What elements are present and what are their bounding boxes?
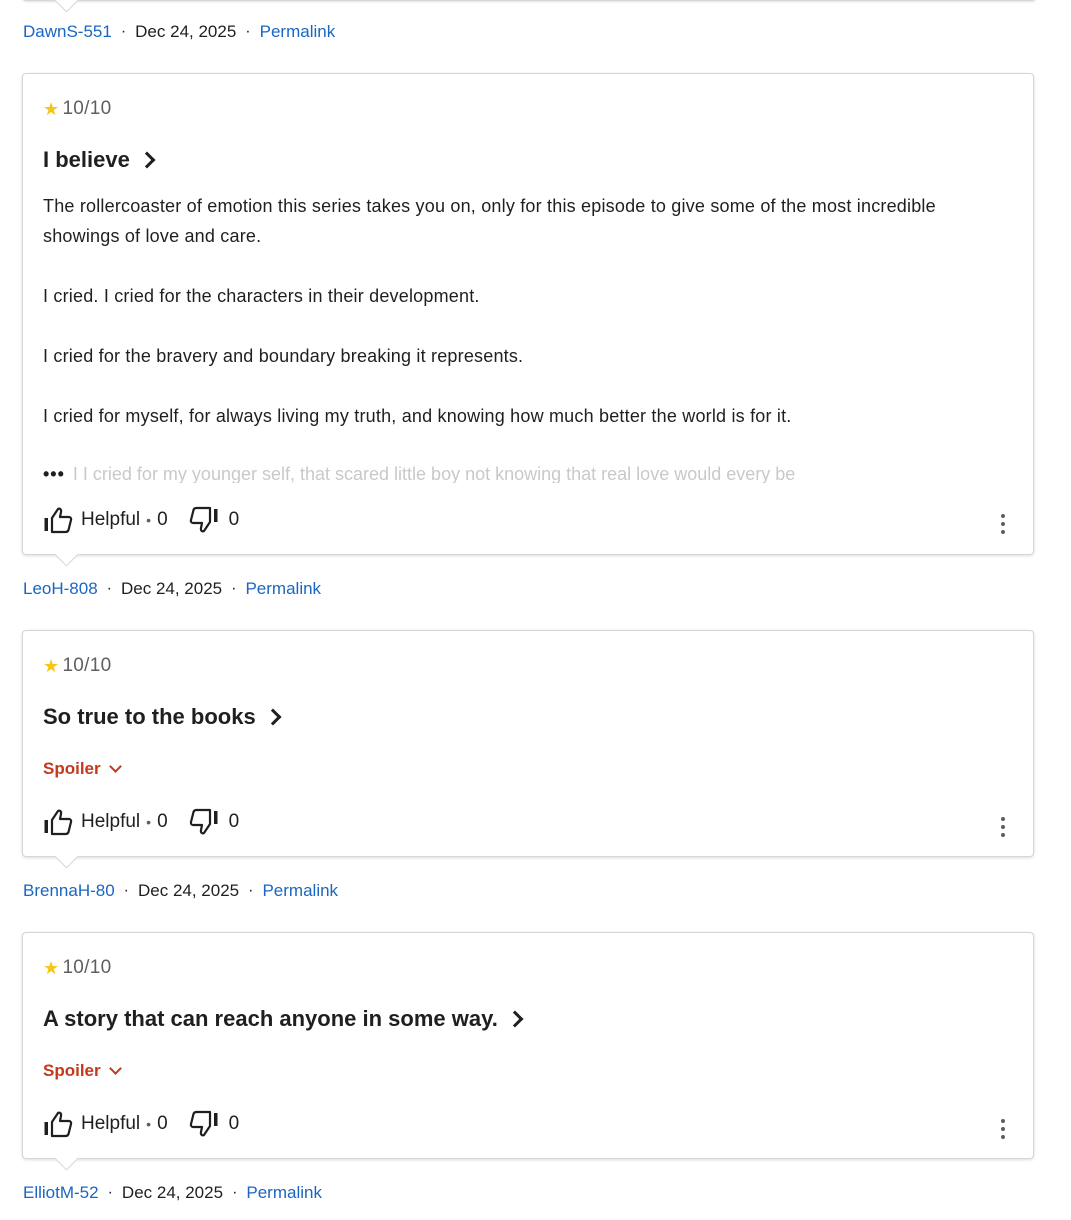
rating-value: 10/10	[62, 957, 112, 978]
review-date: Dec 24, 2025	[121, 1183, 224, 1202]
helpful-label: Helpful	[81, 811, 141, 832]
author-link[interactable]: BrennaH-80	[23, 881, 115, 901]
meta-separator: ·	[232, 1184, 238, 1201]
previous-review-card	[22, 0, 1036, 1]
review-paragraph: I cried. I cried for the characters in t…	[43, 286, 480, 306]
truncated-text: I I cried for my younger self, that scar…	[72, 464, 796, 483]
review-truncated-line[interactable]: ••• I I cried for my younger self, that …	[43, 459, 1003, 483]
meta-separator: ·	[107, 1184, 113, 1201]
meta-separator: ·	[120, 23, 127, 40]
not-helpful-count: 0	[228, 1113, 240, 1134]
review-date: Dec 24, 2025	[138, 881, 240, 900]
not-helpful-button[interactable]: 0	[189, 506, 240, 534]
permalink-link[interactable]: Permalink	[245, 579, 321, 599]
chevron-right-icon	[506, 1010, 524, 1028]
not-helpful-count: 0	[228, 509, 240, 530]
helpful-separator: •	[146, 1116, 152, 1132]
helpful-button[interactable]: Helpful • 0	[43, 506, 168, 534]
review-paragraph: The rollercoaster of emotion this series…	[43, 196, 936, 246]
review-meta: ElliotM-52 · Dec 24, 2025 · Permalink	[23, 1183, 322, 1203]
chevron-down-icon	[108, 1062, 122, 1075]
rating-value: 10/10	[62, 98, 112, 119]
review-card: ★ 10/10 A story that can reach anyone in…	[22, 932, 1034, 1159]
more-vertical-icon[interactable]	[999, 815, 1007, 839]
author-link[interactable]: ElliotM-52	[23, 1183, 99, 1203]
review-title: So true to the books	[43, 704, 256, 729]
author-link[interactable]: LeoH-808	[23, 579, 98, 599]
review-actions: Helpful • 0 0	[43, 506, 239, 534]
review-title-link[interactable]: A story that can reach anyone in some wa…	[43, 1006, 524, 1032]
thumbs-up-icon	[44, 809, 73, 836]
meta-separator: ·	[106, 580, 112, 597]
thumbs-up-icon	[44, 507, 73, 534]
review-actions: Helpful • 0 0	[43, 808, 239, 836]
chevron-down-icon	[108, 760, 122, 773]
review-card: ★ 10/10 So true to the books Spoiler Hel…	[22, 630, 1034, 857]
meta-separator: ·	[231, 580, 237, 597]
helpful-separator: •	[146, 512, 152, 528]
review-title: I believe	[43, 147, 130, 172]
chevron-right-icon	[138, 151, 156, 169]
meta-separator: ·	[245, 23, 251, 40]
more-vertical-icon[interactable]	[999, 512, 1007, 536]
star-icon: ★	[43, 98, 60, 119]
meta-separator: ·	[248, 882, 254, 899]
spoiler-toggle[interactable]: Spoiler	[43, 1061, 122, 1081]
helpful-count: 0	[157, 811, 168, 832]
not-helpful-button[interactable]: 0	[189, 808, 240, 836]
review-meta: LeoH-808 · Dec 24, 2025 · Permalink	[23, 579, 321, 599]
helpful-label: Helpful	[81, 1113, 141, 1134]
permalink-link[interactable]: Permalink	[246, 1183, 322, 1203]
helpful-button[interactable]: Helpful • 0	[43, 808, 168, 836]
review-rating: ★ 10/10	[43, 98, 111, 120]
helpful-count: 0	[157, 1113, 168, 1134]
rating-value: 10/10	[62, 655, 112, 676]
spoiler-label: Spoiler	[43, 759, 101, 778]
more-vertical-icon[interactable]	[999, 1117, 1007, 1141]
not-helpful-button[interactable]: 0	[189, 1110, 240, 1138]
helpful-count: 0	[157, 509, 168, 530]
review-rating: ★ 10/10	[43, 957, 111, 979]
permalink-link[interactable]: Permalink	[260, 22, 336, 42]
thumbs-down-icon	[189, 506, 218, 533]
review-title-link[interactable]: So true to the books	[43, 704, 282, 730]
review-date: Dec 24, 2025	[121, 579, 223, 598]
review-paragraph: I cried for myself, for always living my…	[43, 406, 792, 426]
helpful-label: Helpful	[81, 509, 141, 530]
expand-ellipsis[interactable]: •••	[43, 459, 65, 483]
review-paragraph: I cried for the bravery and boundary bre…	[43, 346, 524, 366]
helpful-button[interactable]: Helpful • 0	[43, 1110, 168, 1138]
star-icon: ★	[43, 655, 60, 676]
chevron-right-icon	[264, 708, 282, 726]
helpful-separator: •	[146, 814, 152, 830]
spoiler-label: Spoiler	[43, 1061, 101, 1080]
spoiler-toggle[interactable]: Spoiler	[43, 759, 122, 779]
meta-separator: ·	[123, 882, 129, 899]
thumbs-down-icon	[189, 1110, 218, 1137]
review-date: Dec 24, 2025	[135, 22, 237, 41]
review-title-link[interactable]: I believe	[43, 147, 156, 173]
review-rating: ★ 10/10	[43, 655, 111, 677]
review-body: The rollercoaster of emotion this series…	[43, 191, 1003, 461]
not-helpful-count: 0	[228, 811, 240, 832]
permalink-link[interactable]: Permalink	[262, 881, 338, 901]
card-pointer	[54, 0, 79, 13]
review-title: A story that can reach anyone in some wa…	[43, 1006, 498, 1031]
thumbs-down-icon	[189, 808, 218, 835]
thumbs-up-icon	[44, 1111, 73, 1138]
review-card: ★ 10/10 I believe The rollercoaster of e…	[22, 73, 1034, 555]
review-meta: BrennaH-80 · Dec 24, 2025 · Permalink	[23, 881, 338, 901]
review-meta: DawnS-551 · Dec 24, 2025 · Permalink	[23, 22, 335, 42]
star-icon: ★	[43, 957, 60, 978]
review-actions: Helpful • 0 0	[43, 1110, 239, 1138]
author-link[interactable]: DawnS-551	[23, 22, 112, 42]
